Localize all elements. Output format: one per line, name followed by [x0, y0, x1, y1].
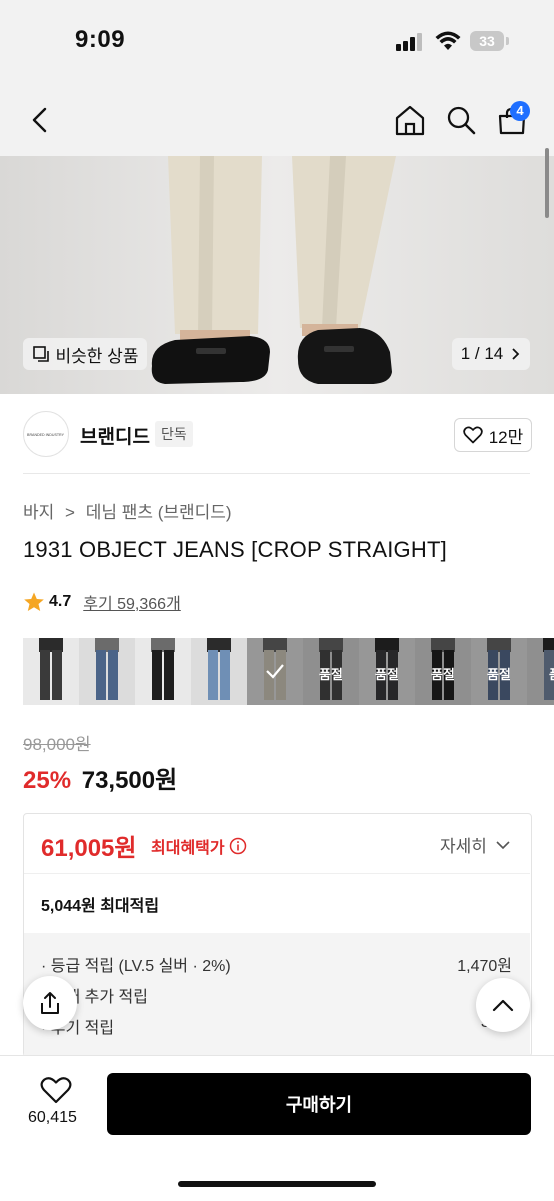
image-page-counter[interactable]: 1 / 14: [452, 338, 530, 370]
rating-row: 4.7 후기 59,366개: [23, 590, 181, 614]
brand-like-count: 12만: [488, 427, 524, 447]
similar-products-button[interactable]: 비슷한 상품: [23, 338, 147, 370]
breadcrumb: 바지 > 데님 팬츠 (브랜디드): [23, 498, 232, 523]
thumbnail-photo: [95, 638, 119, 700]
cellular-signal-icon: [396, 33, 422, 51]
color-option-thumbnail[interactable]: 품절: [303, 638, 359, 705]
color-option-thumbnail[interactable]: 품: [527, 638, 554, 705]
home-icon[interactable]: [394, 104, 426, 136]
points-row-label: · 등급 적립 (LV.5 실버 · 2%): [41, 958, 231, 975]
chevron-up-icon: [492, 999, 514, 1012]
cart-count-badge: 4: [510, 101, 530, 121]
sold-out-label: 품절: [487, 667, 511, 682]
best-price-label: 최대혜택가: [151, 834, 247, 858]
sold-out-label: 품: [527, 664, 554, 683]
color-option-thumbnail[interactable]: [135, 638, 191, 705]
scroll-to-top-button[interactable]: [476, 978, 530, 1032]
thumbnail-photo: [151, 638, 175, 700]
share-button[interactable]: [23, 976, 77, 1030]
info-icon[interactable]: [229, 837, 247, 855]
color-option-thumbnail[interactable]: [23, 638, 79, 705]
heart-icon: [462, 426, 483, 444]
points-row-value: 1,470원: [457, 958, 512, 975]
product-title: 1931 OBJECT JEANS [CROP STRAIGHT]: [23, 537, 447, 562]
sold-out-label: 품절: [431, 667, 455, 682]
brand-name[interactable]: 브랜디드: [80, 422, 150, 449]
discount-rate: 25%: [23, 767, 72, 794]
color-option-thumbnail[interactable]: [79, 638, 135, 705]
original-price: 98,000원: [23, 735, 91, 754]
color-option-thumbnail[interactable]: 품절: [471, 638, 527, 705]
similar-items-icon: [32, 346, 49, 362]
search-icon[interactable]: [446, 105, 476, 135]
details-toggle[interactable]: 자세히: [440, 832, 511, 857]
color-option-thumbnail[interactable]: 품절: [415, 638, 471, 705]
thumbnail-photo: [207, 638, 231, 700]
share-icon: [41, 992, 59, 1014]
section-divider: [23, 473, 530, 474]
brand-like-button[interactable]: 12만: [454, 418, 532, 452]
chevron-down-icon: [496, 840, 510, 849]
review-count-link[interactable]: 후기 59,366개: [83, 590, 181, 614]
sale-price-row: 25% 73,500원: [23, 760, 177, 795]
breadcrumb-item-pants[interactable]: 바지: [23, 503, 54, 522]
color-option-thumbnail[interactable]: [247, 638, 303, 705]
sale-price: 73,500원: [81, 767, 178, 794]
home-indicator: [178, 1181, 376, 1187]
back-chevron-icon[interactable]: [28, 106, 52, 134]
color-option-thumbnail[interactable]: [191, 638, 247, 705]
thumbnail-photo: [39, 638, 63, 700]
brand-logo[interactable]: BRANDED INDUSTRY: [23, 411, 69, 457]
image-page-label: 1 / 14: [460, 344, 504, 363]
buy-button[interactable]: 구매하기: [107, 1073, 531, 1135]
exclusive-badge: 단독: [155, 421, 193, 447]
benefit-divider: [24, 873, 530, 874]
page-scroll-indicator: [545, 148, 549, 218]
battery-indicator: 33: [470, 31, 504, 51]
checkmark-icon: [266, 664, 284, 679]
sold-out-label: 품절: [319, 667, 343, 682]
max-points: 5,044원 최대적립: [41, 898, 160, 915]
chevron-right-icon: [512, 348, 520, 360]
similar-products-label: 비슷한 상품: [55, 346, 139, 366]
sold-out-label: 품절: [375, 667, 399, 682]
rating-value: 4.7: [49, 593, 72, 610]
battery-nub: [506, 37, 509, 45]
wishlist-count: 60,415: [28, 1109, 77, 1126]
wishlist-heart-icon[interactable]: [40, 1076, 72, 1104]
color-option-thumbnails: 품절 품절 품절 품절 품: [23, 638, 554, 705]
breadcrumb-separator: >: [65, 503, 75, 522]
status-time: 9:09: [75, 26, 126, 53]
best-price: 61,005원: [41, 835, 137, 862]
color-option-thumbnail[interactable]: 품절: [359, 638, 415, 705]
wifi-icon: [435, 31, 461, 50]
star-icon: [24, 592, 44, 611]
breadcrumb-item-denim[interactable]: 데님 팬츠 (브랜디드): [86, 503, 232, 522]
